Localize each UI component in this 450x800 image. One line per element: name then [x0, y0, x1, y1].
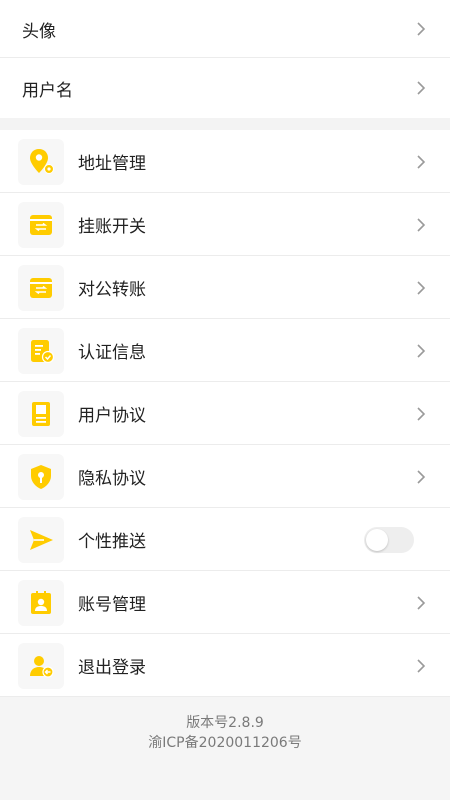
- ledger-switch-icon: [18, 201, 64, 248]
- settings-list: 地址管理 挂账开关 对公转账 认证信息 用户协议 隐私协议 个性推送 账号管理 …: [0, 130, 450, 697]
- chevron-right-icon: [414, 22, 428, 36]
- shield-icon: [18, 453, 64, 500]
- corporate-transfer-label: 对公转账: [78, 280, 146, 300]
- logout-item[interactable]: 退出登录: [0, 634, 450, 697]
- chevron-right-icon: [414, 658, 428, 673]
- version-text: 版本号2.8.9: [186, 715, 264, 731]
- user-agreement-label: 用户协议: [78, 406, 146, 426]
- send-icon: [18, 516, 64, 563]
- agreement-icon: [18, 390, 64, 437]
- avatar-row[interactable]: 头像: [0, 0, 450, 58]
- personalized-push-item: 个性推送: [0, 508, 450, 571]
- icp-text: 渝ICP备2020011206号: [148, 735, 302, 751]
- chevron-right-icon: [414, 81, 428, 95]
- address-management-label: 地址管理: [78, 154, 146, 174]
- certification-info-label: 认证信息: [78, 343, 146, 363]
- avatar-label: 头像: [22, 21, 56, 42]
- personalized-push-toggle[interactable]: [364, 526, 414, 553]
- address-management-item[interactable]: 地址管理: [0, 130, 450, 193]
- settings-page: 头像 用户名 地址管理 挂账开关 对公转账 认证信息 用户协议 隐私协议 个性推…: [0, 0, 450, 800]
- chevron-right-icon: [414, 280, 428, 295]
- username-row[interactable]: 用户名: [0, 58, 450, 118]
- logout-user-icon: [18, 642, 64, 689]
- chevron-right-icon: [414, 343, 428, 358]
- account-management-item[interactable]: 账号管理: [0, 571, 450, 634]
- ledger-switch-item[interactable]: 挂账开关: [0, 193, 450, 256]
- logout-label: 退出登录: [78, 658, 146, 678]
- ledger-switch-label: 挂账开关: [78, 217, 146, 237]
- footer: 版本号2.8.9 渝ICP备2020011206号: [0, 697, 450, 753]
- toggle-knob: [366, 528, 388, 551]
- chevron-right-icon: [414, 469, 428, 484]
- chevron-right-icon: [414, 406, 428, 421]
- corporate-transfer-item[interactable]: 对公转账: [0, 256, 450, 319]
- privacy-agreement-item[interactable]: 隐私协议: [0, 445, 450, 508]
- account-management-label: 账号管理: [78, 595, 146, 615]
- certification-info-item[interactable]: 认证信息: [0, 319, 450, 382]
- username-label: 用户名: [22, 80, 73, 101]
- transfer-icon: [18, 264, 64, 311]
- chevron-right-icon: [414, 154, 428, 169]
- profile-section: 头像 用户名: [0, 0, 450, 118]
- user-agreement-item[interactable]: 用户协议: [0, 382, 450, 445]
- privacy-agreement-label: 隐私协议: [78, 469, 146, 489]
- personalized-push-label: 个性推送: [78, 532, 146, 552]
- chevron-right-icon: [414, 595, 428, 610]
- location-gear-icon: [18, 138, 64, 185]
- chevron-right-icon: [414, 217, 428, 232]
- section-gap: [0, 118, 450, 130]
- certificate-icon: [18, 327, 64, 374]
- account-card-icon: [18, 579, 64, 626]
